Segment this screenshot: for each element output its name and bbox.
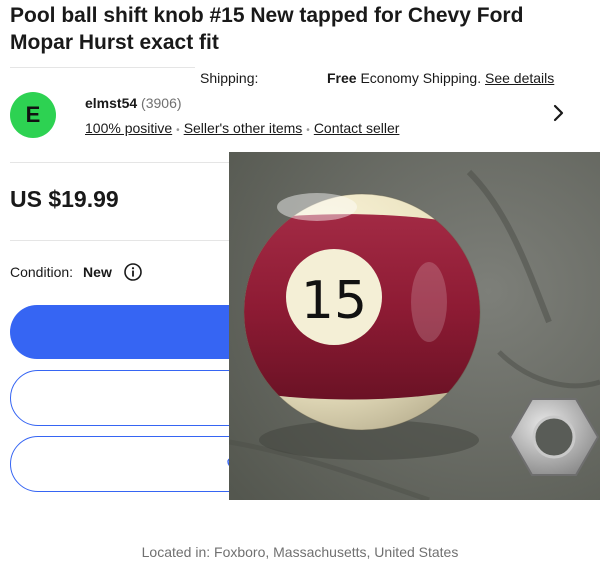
item-title: Pool ball shift knob #15 New tapped for …: [10, 4, 524, 54]
seller-links: 100% positive • Seller's other items • Conta…: [85, 120, 399, 136]
shipping-label: Shipping:: [200, 70, 259, 86]
item-location: Located in: Foxboro, Massachusetts, Unit…: [141, 544, 459, 560]
chevron-right-icon[interactable]: [549, 104, 567, 122]
condition-row: Condition: New: [10, 263, 142, 281]
separator-dot: •: [306, 125, 310, 136]
seller-feedback-count: (3906): [141, 95, 182, 111]
shipping-free: Free: [327, 70, 357, 86]
avatar-letter: E: [25, 102, 41, 127]
seller-avatar[interactable]: E: [10, 92, 56, 138]
info-icon[interactable]: [124, 263, 142, 281]
seller-info: elmst54 (3906): [85, 95, 182, 111]
seller-name[interactable]: elmst54: [85, 95, 137, 111]
contact-seller-link[interactable]: Contact seller: [314, 120, 400, 136]
price: US $19.99: [10, 186, 119, 212]
condition-value: New: [83, 264, 112, 280]
positive-feedback-link[interactable]: 100% positive: [85, 120, 172, 136]
divider: [10, 67, 195, 68]
divider: [10, 162, 230, 163]
product-photo[interactable]: 15: [229, 152, 600, 500]
separator-dot: •: [176, 125, 180, 136]
shipping-method: Economy Shipping.: [360, 70, 482, 86]
condition-label: Condition:: [10, 264, 74, 280]
shipping-value: Free Economy Shipping. See details: [327, 70, 554, 86]
divider: [10, 240, 230, 241]
ball-number: 15: [301, 271, 367, 331]
see-details-link[interactable]: See details: [485, 70, 554, 86]
sellers-other-items-link[interactable]: Seller's other items: [184, 120, 303, 136]
